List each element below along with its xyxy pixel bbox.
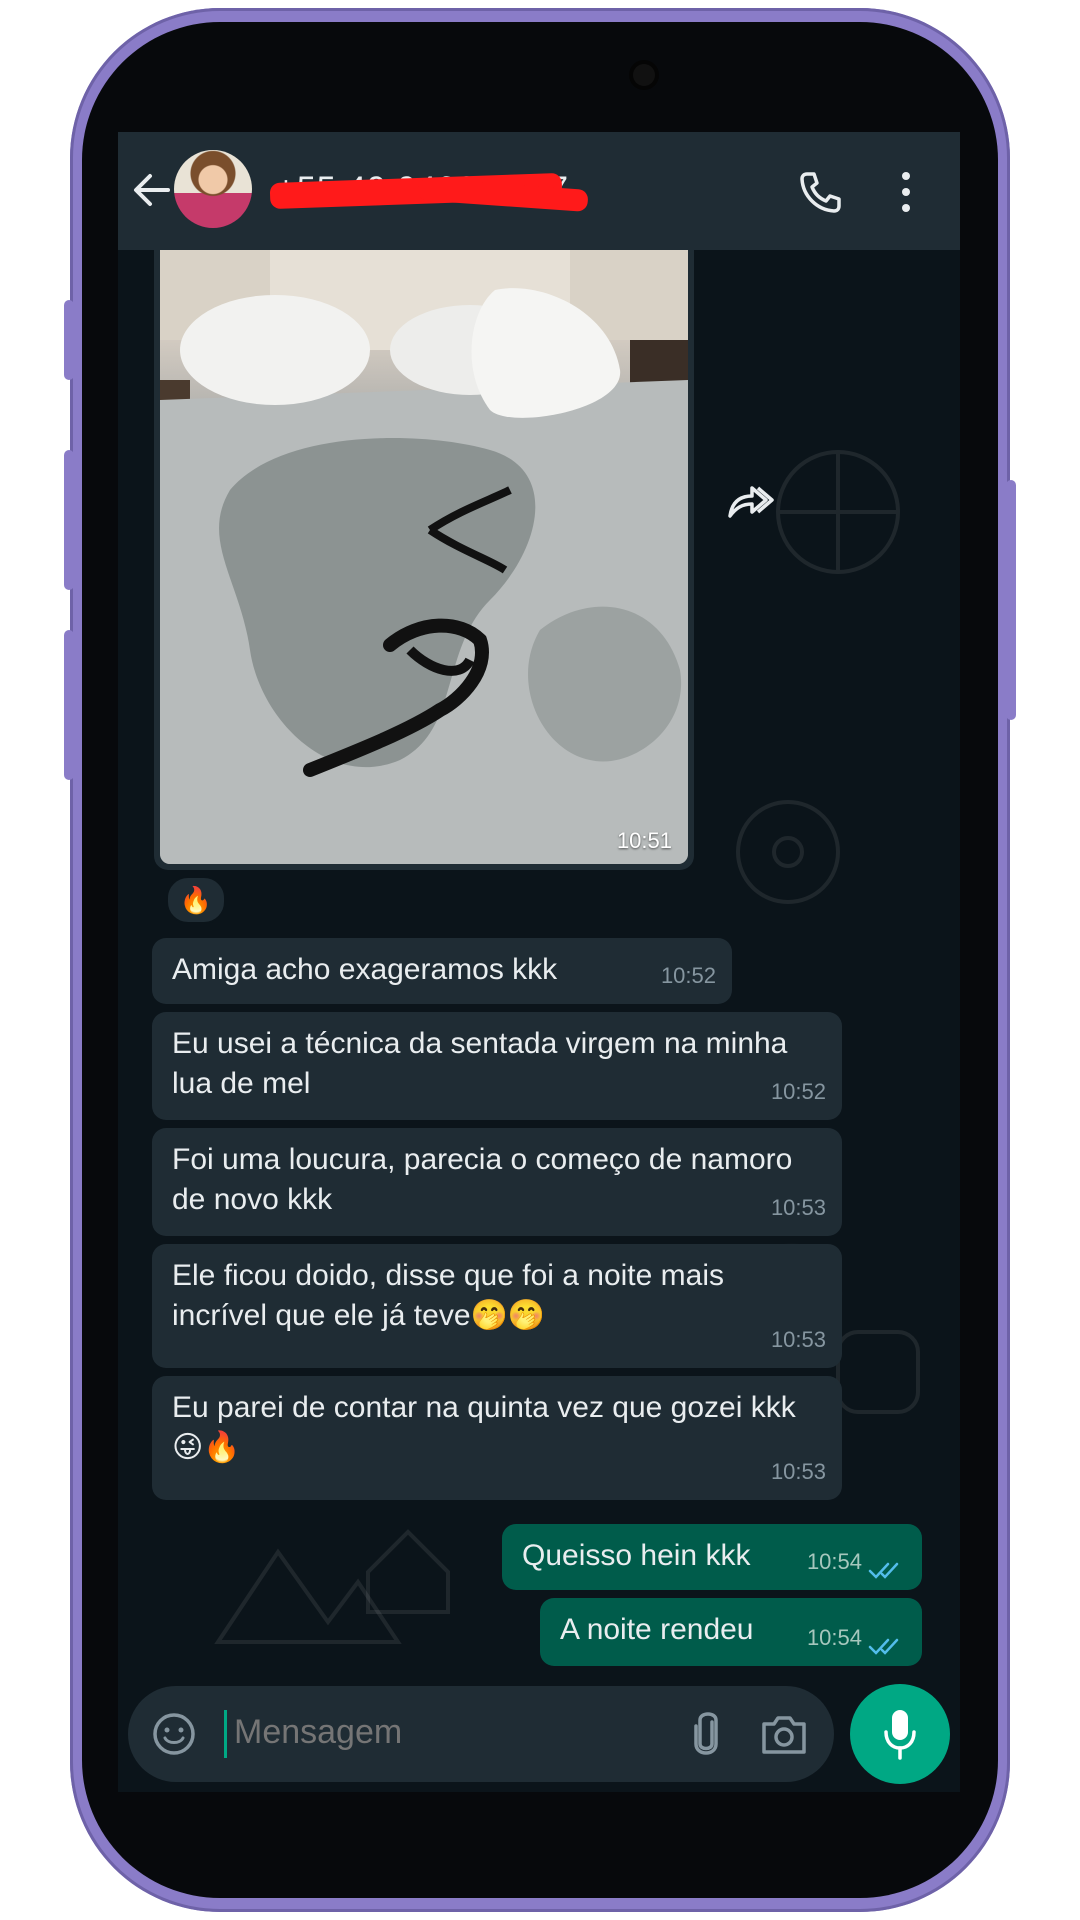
volume-button	[64, 300, 74, 380]
message-time: 10:54	[806, 1549, 862, 1574]
message-time: 10:53	[770, 1327, 826, 1352]
camera-icon[interactable]	[760, 1712, 808, 1756]
chat-screen: +55 49 9403-5047	[118, 132, 960, 1792]
paperclip-icon[interactable]	[688, 1710, 724, 1758]
message-time: 10:52	[770, 1079, 826, 1104]
incoming-message[interactable]: Eu usei a técnica da sentada virgem na m…	[152, 1012, 842, 1120]
wallpaper-doodle-icon	[776, 450, 900, 574]
wallpaper-doodle-icon	[736, 800, 840, 904]
emoji-icon[interactable]	[152, 1712, 196, 1756]
arrow-left-icon[interactable]	[132, 168, 172, 212]
message-text: Queisso hein kkk	[522, 1539, 751, 1572]
volume-button	[64, 450, 74, 590]
microphone-icon	[884, 1710, 916, 1760]
incoming-message[interactable]: Amiga acho exageramos kkk 10:52	[152, 938, 732, 1004]
double-check-icon	[868, 1562, 899, 1579]
avatar[interactable]	[174, 150, 252, 228]
message-time: 10:53	[770, 1195, 826, 1220]
screenshot-stage: +55 49 9403-5047	[0, 0, 1080, 1920]
chat-header: +55 49 9403-5047	[118, 132, 960, 250]
message-text: Eu usei a técnica da sentada virgem na m…	[172, 1027, 788, 1100]
wallpaper-doodle-icon	[366, 1529, 450, 1614]
voice-message-button[interactable]	[850, 1684, 950, 1784]
incoming-message[interactable]: Foi uma loucura, parecia o começo de nam…	[152, 1128, 842, 1236]
incoming-message[interactable]: Eu parei de contar na quinta vez que goz…	[152, 1376, 842, 1500]
volume-button	[64, 630, 74, 780]
image-message[interactable]: 10:51	[154, 250, 694, 870]
message-text: Ele ficou doido, disse que foi a noite m…	[172, 1259, 724, 1332]
reaction-emoji[interactable]: 🔥	[166, 876, 226, 924]
double-check-icon	[868, 1638, 899, 1655]
forward-icon[interactable]	[726, 482, 774, 522]
outgoing-message[interactable]: Queisso hein kkk 10:54	[502, 1524, 922, 1590]
incoming-message[interactable]: Ele ficou doido, disse que foi a noite m…	[152, 1244, 842, 1368]
message-input[interactable]	[232, 1712, 656, 1753]
message-text: Amiga acho exageramos kkk	[172, 953, 558, 986]
message-time: 10:51	[616, 828, 672, 853]
message-text: A noite rendeu	[560, 1613, 754, 1646]
bed-photo	[160, 250, 688, 864]
power-button	[1006, 480, 1016, 720]
message-time: 10:53	[770, 1459, 826, 1484]
message-composer	[128, 1686, 834, 1782]
fire-emoji: 🔥	[179, 886, 213, 916]
more-vertical-icon[interactable]	[898, 170, 914, 214]
outgoing-message[interactable]: A noite rendeu 10:54	[540, 1598, 922, 1666]
message-time: 10:54	[806, 1625, 862, 1650]
phone-icon[interactable]	[798, 170, 842, 214]
text-caret	[224, 1710, 227, 1758]
photo-attachment[interactable]: 10:51	[160, 250, 688, 864]
front-camera	[633, 64, 655, 86]
message-time: 10:52	[660, 963, 716, 988]
message-text: Foi uma loucura, parecia o começo de nam…	[172, 1143, 793, 1216]
message-text: Eu parei de contar na quinta vez que goz…	[172, 1391, 796, 1464]
